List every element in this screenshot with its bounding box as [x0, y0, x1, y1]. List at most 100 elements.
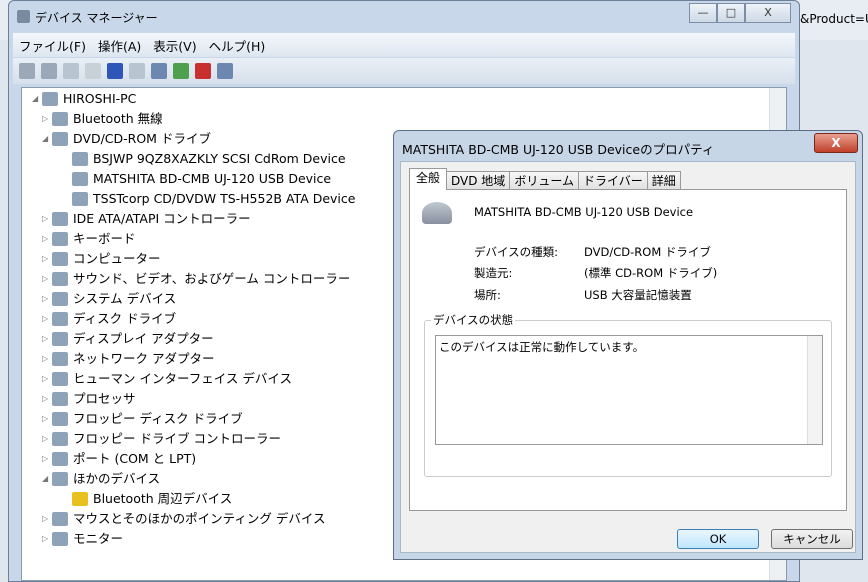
- console-tree-icon[interactable]: [63, 63, 79, 79]
- tree-item[interactable]: ▷ Bluetooth 無線: [42, 109, 163, 129]
- collapsed-arrow-icon[interactable]: ▷: [42, 529, 52, 549]
- tree-item-label: サウンド、ビデオ、およびゲーム コントローラー: [73, 271, 351, 286]
- device-status-label: デバイスの状態: [431, 312, 516, 328]
- tab-general[interactable]: 全般: [409, 168, 448, 190]
- tree-item-label: TSSTcorp CD/DVDW TS-H552B ATA Device: [93, 191, 356, 206]
- device-status-group: デバイスの状態 このデバイスは正常に動作しています。: [424, 312, 832, 477]
- minimize-button[interactable]: —: [689, 3, 717, 23]
- back-icon[interactable]: [19, 63, 35, 79]
- collapsed-arrow-icon[interactable]: ▷: [42, 429, 52, 449]
- device-icon: [72, 192, 88, 206]
- forward-icon[interactable]: [41, 63, 57, 79]
- tree-item[interactable]: TSSTcorp CD/DVDW TS-H552B ATA Device: [62, 189, 355, 209]
- tree-item[interactable]: ▷ ディスプレイ アダプター: [42, 329, 214, 349]
- tab-details[interactable]: 詳細: [646, 171, 681, 190]
- tree-item-label: BSJWP 9QZ8XAZKLY SCSI CdRom Device: [93, 151, 346, 166]
- tree-item[interactable]: ▷ ヒューマン インターフェイス デバイス: [42, 369, 292, 389]
- uninstall-icon[interactable]: [195, 63, 211, 79]
- collapsed-arrow-icon[interactable]: ▷: [42, 289, 52, 309]
- tree-item[interactable]: ▷ モニター: [42, 529, 123, 549]
- collapsed-arrow-icon[interactable]: ▷: [42, 229, 52, 249]
- device-icon: [42, 92, 58, 106]
- expanded-arrow-icon[interactable]: ◢: [32, 89, 42, 109]
- prop-value-type: DVD/CD-ROM ドライブ: [584, 245, 711, 259]
- collapsed-arrow-icon[interactable]: ▷: [42, 329, 52, 349]
- tree-item[interactable]: ▷ フロッピー ドライブ コントローラー: [42, 429, 281, 449]
- tree-item[interactable]: ▷ マウスとそのほかのポインティング デバイス: [42, 509, 325, 529]
- disable-icon[interactable]: [217, 63, 233, 79]
- device-icon: [52, 112, 68, 126]
- device-status-textbox[interactable]: このデバイスは正常に動作しています。: [435, 335, 823, 445]
- device-icon: [52, 312, 68, 326]
- tree-item[interactable]: ▷ フロッピー ディスク ドライブ: [42, 409, 243, 429]
- update-driver-icon[interactable]: [173, 63, 189, 79]
- menu-help[interactable]: ヘルプ(H): [203, 36, 272, 55]
- tree-item[interactable]: ◢ ほかのデバイス: [42, 469, 160, 489]
- tree-item[interactable]: ▷ IDE ATA/ATAPI コントローラー: [42, 209, 251, 229]
- device-icon: [52, 432, 68, 446]
- collapsed-arrow-icon[interactable]: ▷: [42, 309, 52, 329]
- device-icon: [52, 412, 68, 426]
- tab-dvd-region[interactable]: DVD 地域: [446, 171, 511, 190]
- tab-driver[interactable]: ドライバー: [577, 171, 648, 190]
- collapsed-arrow-icon[interactable]: ▷: [42, 389, 52, 409]
- tree-item[interactable]: BSJWP 9QZ8XAZKLY SCSI CdRom Device: [62, 149, 346, 169]
- action-pane-icon[interactable]: [129, 63, 145, 79]
- tree-item[interactable]: MATSHITA BD-CMB UJ-120 USB Device: [62, 169, 331, 189]
- tree-item[interactable]: ▷ ディスク ドライブ: [42, 309, 176, 329]
- ok-button[interactable]: OK: [677, 529, 759, 549]
- expanded-arrow-icon[interactable]: ◢: [42, 469, 52, 489]
- tree-item-label: フロッピー ディスク ドライブ: [73, 411, 243, 426]
- tree-item[interactable]: ▷ ポート (COM と LPT): [42, 449, 196, 469]
- menu-action[interactable]: 操作(A): [92, 36, 147, 55]
- collapsed-arrow-icon[interactable]: ▷: [42, 269, 52, 289]
- dialog-title: MATSHITA BD-CMB UJ-120 USB Deviceのプロパティ: [402, 142, 715, 157]
- help-icon[interactable]: [107, 63, 123, 79]
- tree-item[interactable]: ▷ システム デバイス: [42, 289, 176, 309]
- tree-item-label: MATSHITA BD-CMB UJ-120 USB Device: [93, 171, 332, 186]
- device-status-text: このデバイスは正常に動作しています。: [439, 340, 645, 354]
- maximize-button[interactable]: □: [717, 3, 745, 23]
- window-title: デバイス マネージャー: [35, 11, 158, 25]
- tree-item[interactable]: ▷ コンピューター: [42, 249, 161, 269]
- tree-item[interactable]: ◢ DVD/CD-ROM ドライブ: [42, 129, 211, 149]
- dialog-close-button[interactable]: X: [814, 133, 858, 153]
- tree-item[interactable]: ▷ ネットワーク アダプター: [42, 349, 214, 369]
- tree-item[interactable]: ◢ HIROSHI-PC: [32, 89, 136, 109]
- collapsed-arrow-icon[interactable]: ▷: [42, 369, 52, 389]
- collapsed-arrow-icon[interactable]: ▷: [42, 109, 52, 129]
- device-icon: [72, 172, 88, 186]
- scan-hardware-icon[interactable]: [151, 63, 167, 79]
- menu-view[interactable]: 表示(V): [147, 36, 202, 55]
- dvd-drive-icon: [422, 202, 452, 224]
- device-icon: [52, 272, 68, 286]
- collapsed-arrow-icon[interactable]: ▷: [42, 409, 52, 429]
- close-button[interactable]: X: [745, 3, 791, 23]
- expanded-arrow-icon[interactable]: ◢: [42, 129, 52, 149]
- collapsed-arrow-icon[interactable]: ▷: [42, 209, 52, 229]
- device-name: MATSHITA BD-CMB UJ-120 USB Device: [474, 205, 694, 219]
- device-icon: [52, 372, 68, 386]
- collapsed-arrow-icon[interactable]: ▷: [42, 249, 52, 269]
- menu-file[interactable]: ファイル(F): [13, 36, 92, 55]
- tree-item[interactable]: ▷ サウンド、ビデオ、およびゲーム コントローラー: [42, 269, 350, 289]
- device-icon: [52, 392, 68, 406]
- tree-item-label: Bluetooth 無線: [73, 111, 163, 126]
- device-icon: [52, 472, 68, 486]
- tree-item[interactable]: Bluetooth 周辺デバイス: [62, 489, 232, 509]
- tree-item[interactable]: ▷ キーボード: [42, 229, 136, 249]
- tree-item[interactable]: ▷ プロセッサ: [42, 389, 136, 409]
- tab-volumes[interactable]: ボリューム: [509, 171, 579, 190]
- collapsed-arrow-icon[interactable]: ▷: [42, 349, 52, 369]
- properties-dialog: MATSHITA BD-CMB UJ-120 USB Deviceのプロパティ …: [393, 130, 863, 560]
- tree-item-label: ほかのデバイス: [73, 471, 161, 486]
- tree-item-label: ディスク ドライブ: [73, 311, 177, 326]
- properties-icon[interactable]: [85, 63, 101, 79]
- collapsed-arrow-icon[interactable]: ▷: [42, 449, 52, 469]
- status-scrollbar[interactable]: [807, 336, 822, 444]
- prop-label-manufacturer: 製造元:: [474, 266, 513, 280]
- cancel-button[interactable]: キャンセル: [771, 529, 853, 549]
- tree-item-label: フロッピー ドライブ コントローラー: [73, 431, 281, 446]
- tree-item-label: ヒューマン インターフェイス デバイス: [73, 371, 292, 386]
- collapsed-arrow-icon[interactable]: ▷: [42, 509, 52, 529]
